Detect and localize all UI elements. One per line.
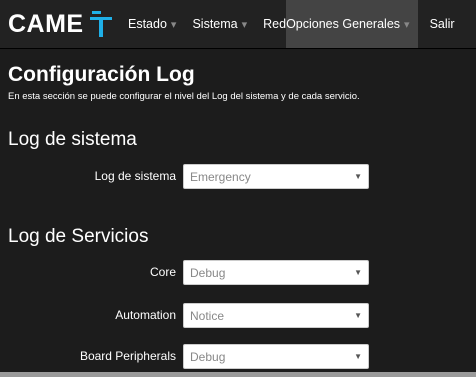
- service-label-board-peripherals: Board Peripherals: [79, 349, 176, 363]
- page-title: Configuración Log: [8, 63, 195, 86]
- top-navbar: CAME Estado ▾ Sistema ▾ Red Opciones Gen…: [0, 0, 476, 49]
- section-heading-system-log: Log de sistema: [8, 129, 137, 150]
- system-log-label: Log de sistema: [94, 169, 176, 183]
- service-label-core: Core: [149, 265, 176, 279]
- select-value: Notice: [190, 308, 225, 323]
- nav-item-label: Salir: [429, 17, 455, 31]
- dropdown-arrow-icon: ▼: [354, 352, 362, 361]
- bottom-divider: [0, 372, 476, 377]
- chevron-down-icon: ▾: [241, 18, 248, 31]
- nav-item-red[interactable]: Red: [255, 0, 286, 48]
- dropdown-arrow-icon: ▼: [354, 311, 362, 320]
- page-description: En esta sección se puede configurar el n…: [8, 91, 360, 102]
- nav-item-label: Red: [263, 17, 287, 31]
- select-value: Debug: [190, 349, 226, 364]
- service-select-core[interactable]: Debug ▼: [183, 260, 369, 285]
- dropdown-arrow-icon: ▼: [354, 172, 362, 181]
- chevron-down-icon: ▾: [170, 18, 177, 31]
- nav-item-label: Sistema: [192, 17, 238, 31]
- nav-item-sistema[interactable]: Sistema ▾: [184, 0, 255, 48]
- nav-item-opciones-generales[interactable]: Opciones Generales ▾: [286, 0, 418, 48]
- nav-item-label: Estado: [128, 17, 167, 31]
- chevron-down-icon: ▾: [404, 18, 410, 31]
- nav-item-label: Opciones Generales: [286, 17, 401, 31]
- came-logo-icon: [89, 11, 112, 37]
- main-nav: Estado ▾ Sistema ▾ Red Opciones Generale…: [120, 0, 463, 48]
- nav-item-estado[interactable]: Estado ▾: [120, 0, 184, 48]
- service-select-automation[interactable]: Notice ▼: [183, 303, 369, 328]
- select-value: Emergency: [190, 169, 251, 184]
- select-value: Debug: [190, 265, 226, 280]
- service-label-automation: Automation: [115, 308, 176, 322]
- brand-name: CAME: [8, 9, 84, 38]
- service-select-board-peripherals[interactable]: Debug ▼: [183, 344, 369, 369]
- system-log-select[interactable]: Emergency ▼: [183, 164, 369, 189]
- dropdown-arrow-icon: ▼: [354, 268, 362, 277]
- brand-logo[interactable]: CAME: [8, 8, 112, 40]
- section-heading-services-log: Log de Servicios: [8, 226, 149, 247]
- nav-item-salir[interactable]: Salir: [422, 0, 463, 48]
